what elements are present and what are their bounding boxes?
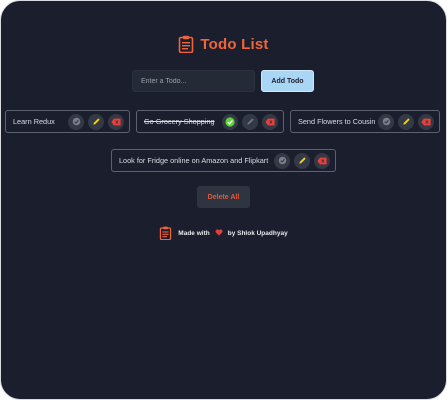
todo-item: Send Flowers to Cousin — [290, 110, 440, 133]
delete-all-button[interactable]: Delete All — [197, 186, 250, 208]
check-circle-icon — [225, 116, 235, 127]
edit-button[interactable] — [294, 152, 310, 169]
delete-button[interactable] — [314, 152, 330, 169]
edit-button[interactable] — [398, 113, 414, 130]
edit-button[interactable] — [88, 113, 104, 130]
delete-button[interactable] — [418, 113, 434, 130]
footer-made-with: Made with — [178, 229, 210, 237]
todo-text: Go Grocery Shopping — [144, 117, 215, 126]
app-window: Todo List Add Todo Learn Redux — [0, 0, 447, 400]
complete-button[interactable] — [222, 113, 238, 130]
pencil-icon — [402, 118, 410, 125]
pencil-icon — [92, 118, 100, 125]
delete-icon — [111, 118, 121, 125]
delete-icon — [317, 157, 327, 164]
complete-button[interactable] — [378, 113, 394, 130]
check-circle-icon — [72, 117, 80, 126]
todo-text: Send Flowers to Cousin — [298, 117, 376, 126]
add-todo-button[interactable]: Add Todo — [261, 70, 314, 92]
check-circle-icon — [278, 156, 286, 165]
todo-item: Look for Fridge online on Amazon and Fli… — [111, 149, 336, 172]
todo-text: Look for Fridge online on Amazon and Fli… — [119, 156, 269, 165]
check-circle-icon — [382, 117, 390, 126]
delete-button[interactable] — [108, 113, 124, 130]
pencil-icon — [246, 118, 254, 125]
complete-button[interactable] — [68, 113, 84, 130]
delete-icon — [421, 118, 431, 125]
page-title: Todo List — [200, 35, 269, 53]
edit-button[interactable] — [242, 113, 258, 130]
pencil-icon — [298, 157, 306, 164]
add-todo-form: Add Todo — [132, 70, 314, 92]
footer-author: by Shlok Upadhyay — [227, 229, 288, 237]
complete-button[interactable] — [274, 152, 290, 169]
todo-input[interactable] — [132, 70, 255, 92]
todo-item: Go Grocery Shopping — [136, 110, 284, 133]
heart-icon — [215, 228, 223, 238]
todo-item: Learn Redux — [5, 110, 130, 133]
footer: Made with by Shlok Upadhyay — [1, 226, 446, 241]
delete-button[interactable] — [262, 113, 278, 130]
app-header: Todo List — [1, 35, 446, 54]
delete-icon — [265, 118, 275, 125]
todo-text: Learn Redux — [13, 117, 55, 126]
clipboard-icon — [159, 226, 172, 241]
clipboard-icon — [178, 35, 194, 54]
